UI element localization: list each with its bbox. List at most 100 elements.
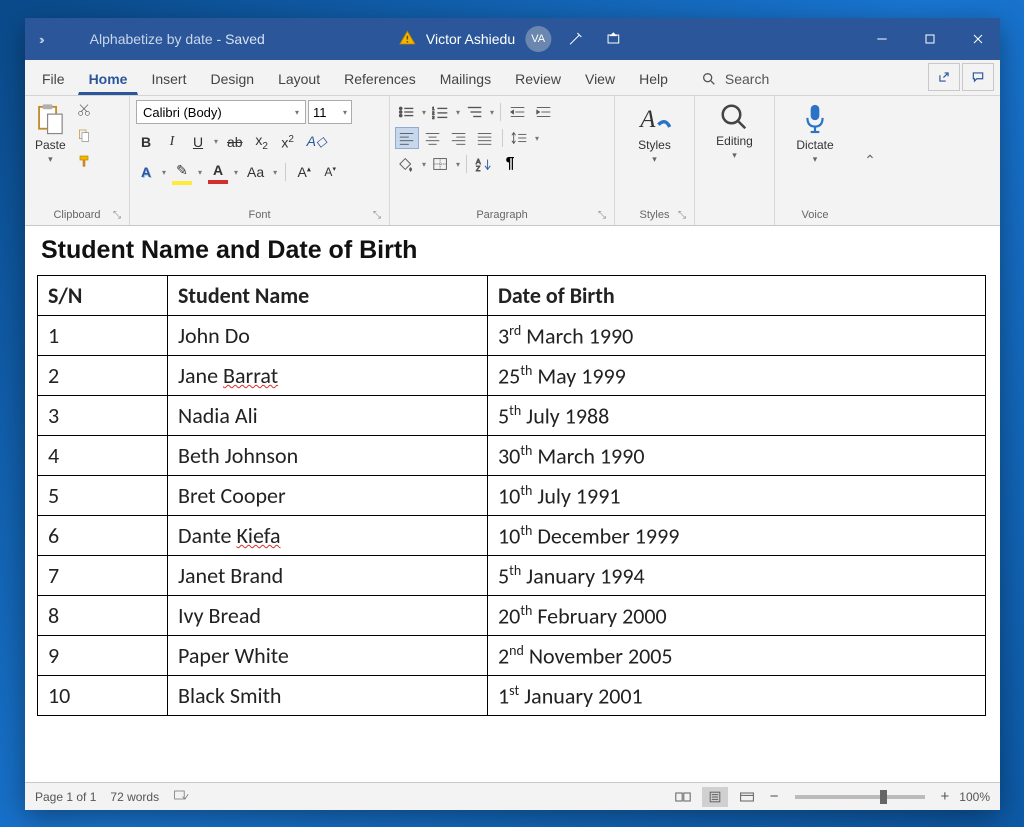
tab-review[interactable]: Review [504,62,572,95]
cell-sn: 2 [38,356,168,396]
collapse-ribbon-button[interactable]: ⌃ [855,96,885,225]
table-row: 9Paper White2nd November 2005 [38,636,986,676]
tab-insert[interactable]: Insert [140,62,197,95]
cell-sn: 5 [38,476,168,516]
cut-icon[interactable] [74,100,94,120]
show-marks-button[interactable]: ¶ [499,154,521,174]
warning-icon [398,29,416,50]
minimize-button[interactable] [860,18,904,60]
print-layout-button[interactable] [702,787,728,807]
tab-design[interactable]: Design [199,62,265,95]
user-name: Victor Ashiedu [426,31,515,47]
cell-name: Ivy Bread [168,596,488,636]
zoom-in-button[interactable]: + [937,788,954,805]
numbering-button[interactable]: 123 [430,102,452,122]
dialog-launcher-icon[interactable]: ⤡ [678,210,686,221]
strike-button[interactable]: ab [224,132,246,152]
cell-dob: 5th January 1994 [488,556,986,596]
superscript-button[interactable]: x2 [278,132,298,153]
cell-name: Bret Cooper [168,476,488,516]
underline-button[interactable]: U [188,132,208,152]
cell-sn: 9 [38,636,168,676]
avatar[interactable]: VA [525,26,551,52]
styles-group-label: Styles [640,209,670,221]
italic-button[interactable]: I [162,132,182,152]
tab-mailings[interactable]: Mailings [429,62,502,95]
search-input[interactable]: Search [701,71,926,95]
tab-layout[interactable]: Layout [267,62,331,95]
cell-dob: 10th July 1991 [488,476,986,516]
student-table: S/N Student Name Date of Birth 1John Do3… [37,275,986,716]
paragraph-group-label: Paragraph [476,209,527,221]
decrease-indent-button[interactable] [507,102,529,122]
zoom-level[interactable]: 100% [959,790,990,804]
cell-sn: 7 [38,556,168,596]
grow-font-button[interactable]: A▴ [294,162,314,182]
change-case-button[interactable]: Aa [244,162,267,182]
styles-button[interactable]: A Styles ▾ [634,100,676,167]
dialog-launcher-icon[interactable]: ⤡ [373,210,381,221]
highlight-button[interactable]: ✎ [172,160,192,185]
line-spacing-button[interactable] [509,128,531,148]
copy-icon[interactable] [74,126,94,146]
justify-button[interactable] [474,128,496,148]
tab-view[interactable]: View [574,62,626,95]
shading-button[interactable] [396,154,418,174]
document-canvas[interactable]: Student Name and Date of Birth S/N Stude… [25,226,1000,782]
cell-sn: 4 [38,436,168,476]
borders-button[interactable] [430,154,452,174]
bullets-button[interactable] [396,102,418,122]
cell-name: Dante Kiefa [168,516,488,556]
tab-file[interactable]: File [31,62,76,95]
svg-text:Z: Z [476,164,481,172]
dictate-button[interactable]: Dictate ▾ [792,100,837,167]
qat-overflow-icon[interactable]: ›› [39,32,42,47]
close-button[interactable] [956,18,1000,60]
subscript-button[interactable]: x2 [252,130,272,154]
font-size-select[interactable]: 11▾ [308,100,352,124]
cell-dob: 1st January 2001 [488,676,986,716]
zoom-slider[interactable] [795,795,925,799]
wand-icon[interactable] [561,18,589,60]
word-count[interactable]: 72 words [110,790,159,804]
dialog-launcher-icon[interactable]: ⤡ [598,210,606,221]
maximize-button[interactable] [908,18,952,60]
tab-references[interactable]: References [333,62,427,95]
cell-sn: 6 [38,516,168,556]
ribbon-display-icon[interactable] [599,18,627,60]
editing-button[interactable]: Editing ▾ [712,100,757,163]
dialog-launcher-icon[interactable]: ⤡ [113,210,121,221]
proofing-icon[interactable] [173,788,189,805]
clear-format-button[interactable]: A◇ [304,131,330,152]
cell-name: Janet Brand [168,556,488,596]
paste-button[interactable]: Paste ▾ [31,100,70,167]
comments-button[interactable] [962,63,994,91]
read-mode-button[interactable] [670,787,696,807]
document-title: Alphabetize by date [90,31,213,47]
text-effects-button[interactable]: A [136,162,156,182]
share-button[interactable] [928,63,960,91]
sort-button[interactable]: AZ [473,154,495,174]
align-right-button[interactable] [448,128,470,148]
chevron-down-icon: ▾ [813,154,818,165]
shrink-font-button[interactable]: A▾ [320,163,340,181]
align-left-button[interactable] [396,128,418,148]
cell-dob: 5th July 1988 [488,396,986,436]
cell-sn: 10 [38,676,168,716]
cell-dob: 2nd November 2005 [488,636,986,676]
bold-button[interactable]: B [136,132,156,152]
page-indicator[interactable]: Page 1 of 1 [35,790,96,804]
font-group-label: Font [248,209,270,221]
tab-help[interactable]: Help [628,62,679,95]
font-name-select[interactable]: Calibri (Body)▾ [136,100,306,124]
web-layout-button[interactable] [734,787,760,807]
zoom-out-button[interactable]: − [766,788,783,805]
font-color-button[interactable]: A [208,160,228,184]
cell-name: Jane Barrat [168,356,488,396]
format-painter-icon[interactable] [74,152,94,172]
tab-home[interactable]: Home [78,62,139,95]
align-center-button[interactable] [422,128,444,148]
increase-indent-button[interactable] [533,102,555,122]
cell-name: Beth Johnson [168,436,488,476]
multilevel-button[interactable] [464,102,486,122]
